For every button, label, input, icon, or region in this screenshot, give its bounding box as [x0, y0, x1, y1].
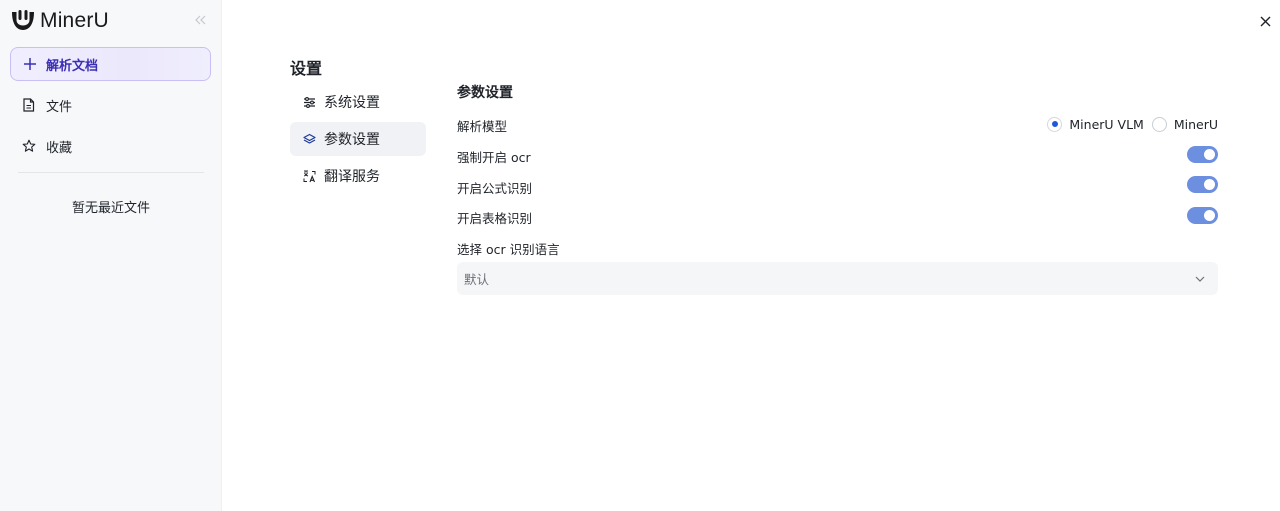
- sidebar-divider: [18, 172, 204, 173]
- double-chevron-left-icon: [194, 15, 205, 25]
- close-icon: [1260, 16, 1270, 26]
- new-doc-label: 解析文档: [46, 58, 99, 74]
- translate-icon: [303, 170, 316, 183]
- brand[interactable]: MinerU: [10, 8, 109, 34]
- tab-system-settings[interactable]: 系统设置: [290, 85, 426, 119]
- sidebar: MinerU 解析文档 文件 收藏 暂无最近文件: [0, 0, 222, 511]
- table-recognition-toggle[interactable]: [1187, 207, 1218, 224]
- ocr-language-select[interactable]: 默认: [457, 262, 1218, 295]
- radio-label: MinerU: [1173, 116, 1218, 132]
- tab-translation-service[interactable]: 翻译服务: [290, 159, 426, 193]
- radio-label: MinerU VLM: [1069, 116, 1144, 132]
- ocr-language-label: 选择 ocr 识别语言: [457, 242, 560, 257]
- radio-mineru-vlm[interactable]: MinerU VLM: [1047, 116, 1144, 132]
- tab-label: 翻译服务: [324, 169, 380, 185]
- radio-mineru[interactable]: MinerU: [1151, 116, 1218, 132]
- parse-model-label: 解析模型: [457, 119, 508, 134]
- tab-label: 参数设置: [324, 132, 380, 148]
- toggle-knob: [1204, 210, 1215, 221]
- settings-title: 设置: [290, 59, 323, 78]
- table-recognition-label: 开启表格识别: [457, 211, 533, 226]
- parse-model-radio-group: MinerU VLM MinerU: [1039, 115, 1218, 133]
- force-ocr-toggle[interactable]: [1187, 146, 1218, 163]
- sidebar-item-favorites[interactable]: 收藏: [10, 129, 211, 163]
- sidebar-item-label: 文件: [46, 99, 73, 115]
- chevron-down-icon: [1194, 273, 1206, 285]
- star-icon: [22, 139, 36, 153]
- radio-dot: [1151, 116, 1167, 132]
- file-icon: [22, 98, 36, 112]
- toggle-knob: [1204, 179, 1215, 190]
- brand-name: MinerU: [40, 9, 109, 32]
- sidebar-item-label: 收藏: [46, 140, 73, 156]
- close-settings-button[interactable]: [1258, 14, 1272, 28]
- tab-parameter-settings[interactable]: 参数设置: [290, 122, 426, 156]
- section-title: 参数设置: [457, 85, 513, 101]
- collapse-sidebar-button[interactable]: [192, 12, 208, 28]
- formula-recognition-toggle[interactable]: [1187, 176, 1218, 193]
- sliders-icon: [303, 96, 316, 109]
- empty-recent-files-text: 暂无最近文件: [71, 201, 150, 216]
- force-ocr-label: 强制开启 ocr: [457, 150, 531, 165]
- layers-icon: [303, 133, 316, 146]
- mineru-logo-icon: [12, 10, 34, 30]
- formula-recognition-label: 开启公式识别: [457, 181, 533, 196]
- ocr-language-value: 默认: [464, 272, 490, 287]
- plus-icon: [24, 58, 36, 70]
- radio-dot: [1047, 116, 1063, 132]
- new-parse-document-button[interactable]: 解析文档: [10, 47, 211, 81]
- toggle-knob: [1204, 149, 1215, 160]
- sidebar-item-files[interactable]: 文件: [10, 88, 211, 122]
- tab-label: 系统设置: [324, 95, 380, 111]
